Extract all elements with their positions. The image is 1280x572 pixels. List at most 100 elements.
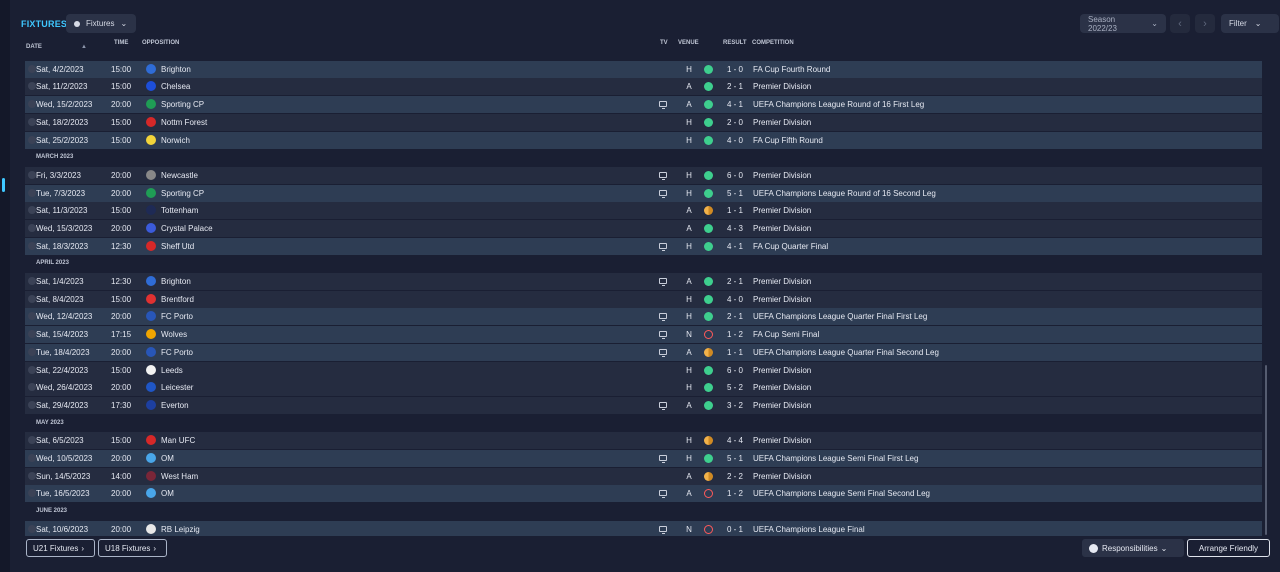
fixture-result[interactable]: 4 - 3 (725, 224, 745, 233)
competition-link[interactable]: Premier Division (753, 383, 811, 392)
opponent-link[interactable]: Brighton (161, 277, 191, 286)
fixture-result[interactable]: 5 - 2 (725, 383, 745, 392)
fixture-result[interactable]: 2 - 0 (725, 118, 745, 127)
fixture-result[interactable]: 4 - 1 (725, 100, 745, 109)
fixture-row[interactable]: Tue, 18/4/2023 20:00 FC Porto A 1 - 1 UEFA Ch… (25, 344, 1262, 361)
opponent-link[interactable]: Everton (161, 401, 189, 410)
chevron-left-icon[interactable]: ‹ (1170, 14, 1190, 33)
opponent-link[interactable]: RB Leipzig (161, 525, 200, 534)
u21-fixtures-button[interactable]: U21 Fixtures › (26, 539, 95, 557)
col-competition[interactable]: COMPETITION (752, 40, 794, 46)
competition-link[interactable]: Premier Division (753, 277, 811, 286)
fixture-result[interactable]: 5 - 1 (725, 189, 745, 198)
select-circle-icon[interactable] (28, 401, 36, 409)
select-circle-icon[interactable] (28, 136, 36, 144)
col-opposition[interactable]: OPPOSITION (142, 40, 179, 46)
fixture-row[interactable]: Wed, 10/5/2023 20:00 OM H 5 - 1 UEFA Champion… (25, 450, 1262, 467)
fixture-result[interactable]: 2 - 1 (725, 82, 745, 91)
fixture-row[interactable]: Sat, 1/4/2023 12:30 Brighton A 2 - 1 Premier … (25, 273, 1262, 290)
select-circle-icon[interactable] (28, 82, 36, 90)
opponent-link[interactable]: Sheff Utd (161, 242, 194, 251)
opponent-link[interactable]: Tottenham (161, 206, 198, 215)
competition-link[interactable]: Premier Division (753, 401, 811, 410)
select-circle-icon[interactable] (28, 330, 36, 338)
competition-link[interactable]: FA Cup Fifth Round (753, 136, 823, 145)
opponent-link[interactable]: OM (161, 454, 174, 463)
opponent-link[interactable]: West Ham (161, 472, 198, 481)
scrollbar[interactable] (1265, 365, 1267, 535)
opponent-link[interactable]: Crystal Palace (161, 224, 213, 233)
select-circle-icon[interactable] (28, 366, 36, 374)
fixture-row[interactable]: Sat, 11/2/2023 15:00 Chelsea A 2 - 1 Premier … (25, 78, 1262, 95)
fixture-row[interactable]: Sat, 8/4/2023 15:00 Brentford H 4 - 0 Premier… (25, 291, 1262, 308)
u18-fixtures-button[interactable]: U18 Fixtures › (98, 539, 167, 557)
fixture-row[interactable]: Sun, 14/5/2023 14:00 West Ham A 2 - 2 Premier… (25, 468, 1262, 485)
opponent-link[interactable]: Sporting CP (161, 189, 204, 198)
filter-button[interactable]: Filter ⌄ (1221, 14, 1279, 33)
opponent-link[interactable]: Leeds (161, 366, 183, 375)
fixture-row[interactable]: Wed, 12/4/2023 20:00 FC Porto H 2 - 1 UEFA Ch… (25, 308, 1262, 325)
fixture-row[interactable]: Sat, 11/3/2023 15:00 Tottenham A 1 - 1 Premie… (25, 202, 1262, 219)
competition-link[interactable]: Premier Division (753, 82, 811, 91)
opponent-link[interactable]: Brentford (161, 295, 194, 304)
opponent-link[interactable]: Norwich (161, 136, 190, 145)
fixture-row[interactable]: Tue, 7/3/2023 20:00 Sporting CP H 5 - 1 UEFA … (25, 185, 1262, 202)
select-circle-icon[interactable] (28, 312, 36, 320)
fixture-result[interactable]: 1 - 0 (725, 65, 745, 74)
competition-link[interactable]: Premier Division (753, 436, 811, 445)
fixture-result[interactable]: 1 - 1 (725, 206, 745, 215)
chevron-right-icon[interactable]: › (1195, 14, 1215, 33)
competition-link[interactable]: Premier Division (753, 171, 811, 180)
fixture-row[interactable]: Sat, 18/3/2023 12:30 Sheff Utd H 4 - 1 FA Cup… (25, 238, 1262, 255)
view-selector[interactable]: Fixtures ⌄ (66, 14, 136, 33)
competition-link[interactable]: Premier Division (753, 206, 811, 215)
opponent-link[interactable]: Brighton (161, 65, 191, 74)
col-tv[interactable]: TV (660, 40, 668, 46)
fixture-row[interactable]: Sat, 25/2/2023 15:00 Norwich H 4 - 0 FA Cup F… (25, 132, 1262, 149)
fixture-row[interactable]: Sat, 22/4/2023 15:00 Leeds H 6 - 0 Premier Di… (25, 362, 1262, 379)
fixture-result[interactable]: 3 - 2 (725, 401, 745, 410)
fixture-result[interactable]: 2 - 1 (725, 277, 745, 286)
col-result[interactable]: RESULT (723, 40, 747, 46)
select-circle-icon[interactable] (28, 454, 36, 462)
fixture-row[interactable]: Sat, 6/5/2023 15:00 Man UFC H 4 - 4 Premier D… (25, 432, 1262, 449)
fixture-result[interactable]: 4 - 0 (725, 136, 745, 145)
fixture-result[interactable]: 0 - 1 (725, 525, 745, 534)
fixture-row[interactable]: Sat, 15/4/2023 17:15 Wolves N 1 - 2 FA Cup Se… (25, 326, 1262, 343)
competition-link[interactable]: Premier Division (753, 224, 811, 233)
competition-link[interactable]: UEFA Champions League Quarter Final Seco… (753, 348, 939, 357)
competition-link[interactable]: Premier Division (753, 118, 811, 127)
col-venue[interactable]: VENUE (678, 40, 699, 46)
competition-link[interactable]: Premier Division (753, 472, 811, 481)
fixture-result[interactable]: 6 - 0 (725, 366, 745, 375)
select-circle-icon[interactable] (28, 295, 36, 303)
col-time[interactable]: TIME (114, 40, 128, 46)
fixture-row[interactable]: Sat, 29/4/2023 17:30 Everton A 3 - 2 Premier … (25, 397, 1262, 414)
fixture-result[interactable]: 6 - 0 (725, 171, 745, 180)
fixture-row[interactable]: Tue, 16/5/2023 20:00 OM A 1 - 2 UEFA Champion… (25, 485, 1262, 502)
select-circle-icon[interactable] (28, 118, 36, 126)
competition-link[interactable]: UEFA Champions League Quarter Final Firs… (753, 312, 927, 321)
opponent-link[interactable]: Sporting CP (161, 100, 204, 109)
select-circle-icon[interactable] (28, 224, 36, 232)
arrange-friendly-button[interactable]: Arrange Friendly (1187, 539, 1270, 557)
competition-link[interactable]: FA Cup Fourth Round (753, 65, 830, 74)
select-circle-icon[interactable] (28, 277, 36, 285)
select-circle-icon[interactable] (28, 206, 36, 214)
select-circle-icon[interactable] (28, 436, 36, 444)
opponent-link[interactable]: Leicester (161, 383, 193, 392)
fixture-row[interactable]: Sat, 18/2/2023 15:00 Nottm Forest H 2 - 0 Pre… (25, 114, 1262, 131)
fixture-result[interactable]: 4 - 0 (725, 295, 745, 304)
fixture-result[interactable]: 2 - 1 (725, 312, 745, 321)
competition-link[interactable]: Premier Division (753, 295, 811, 304)
select-circle-icon[interactable] (28, 489, 36, 497)
select-circle-icon[interactable] (28, 189, 36, 197)
opponent-link[interactable]: Chelsea (161, 82, 190, 91)
competition-link[interactable]: UEFA Champions League Final (753, 525, 865, 534)
fixture-row[interactable]: Fri, 3/3/2023 20:00 Newcastle H 6 - 0 Premier… (25, 167, 1262, 184)
competition-link[interactable]: UEFA Champions League Semi Final First L… (753, 454, 918, 463)
fixture-row[interactable]: Sat, 4/2/2023 15:00 Brighton H 1 - 0 FA Cup F… (25, 61, 1262, 78)
fixture-result[interactable]: 1 - 2 (725, 489, 745, 498)
competition-link[interactable]: FA Cup Semi Final (753, 330, 819, 339)
select-circle-icon[interactable] (28, 100, 36, 108)
